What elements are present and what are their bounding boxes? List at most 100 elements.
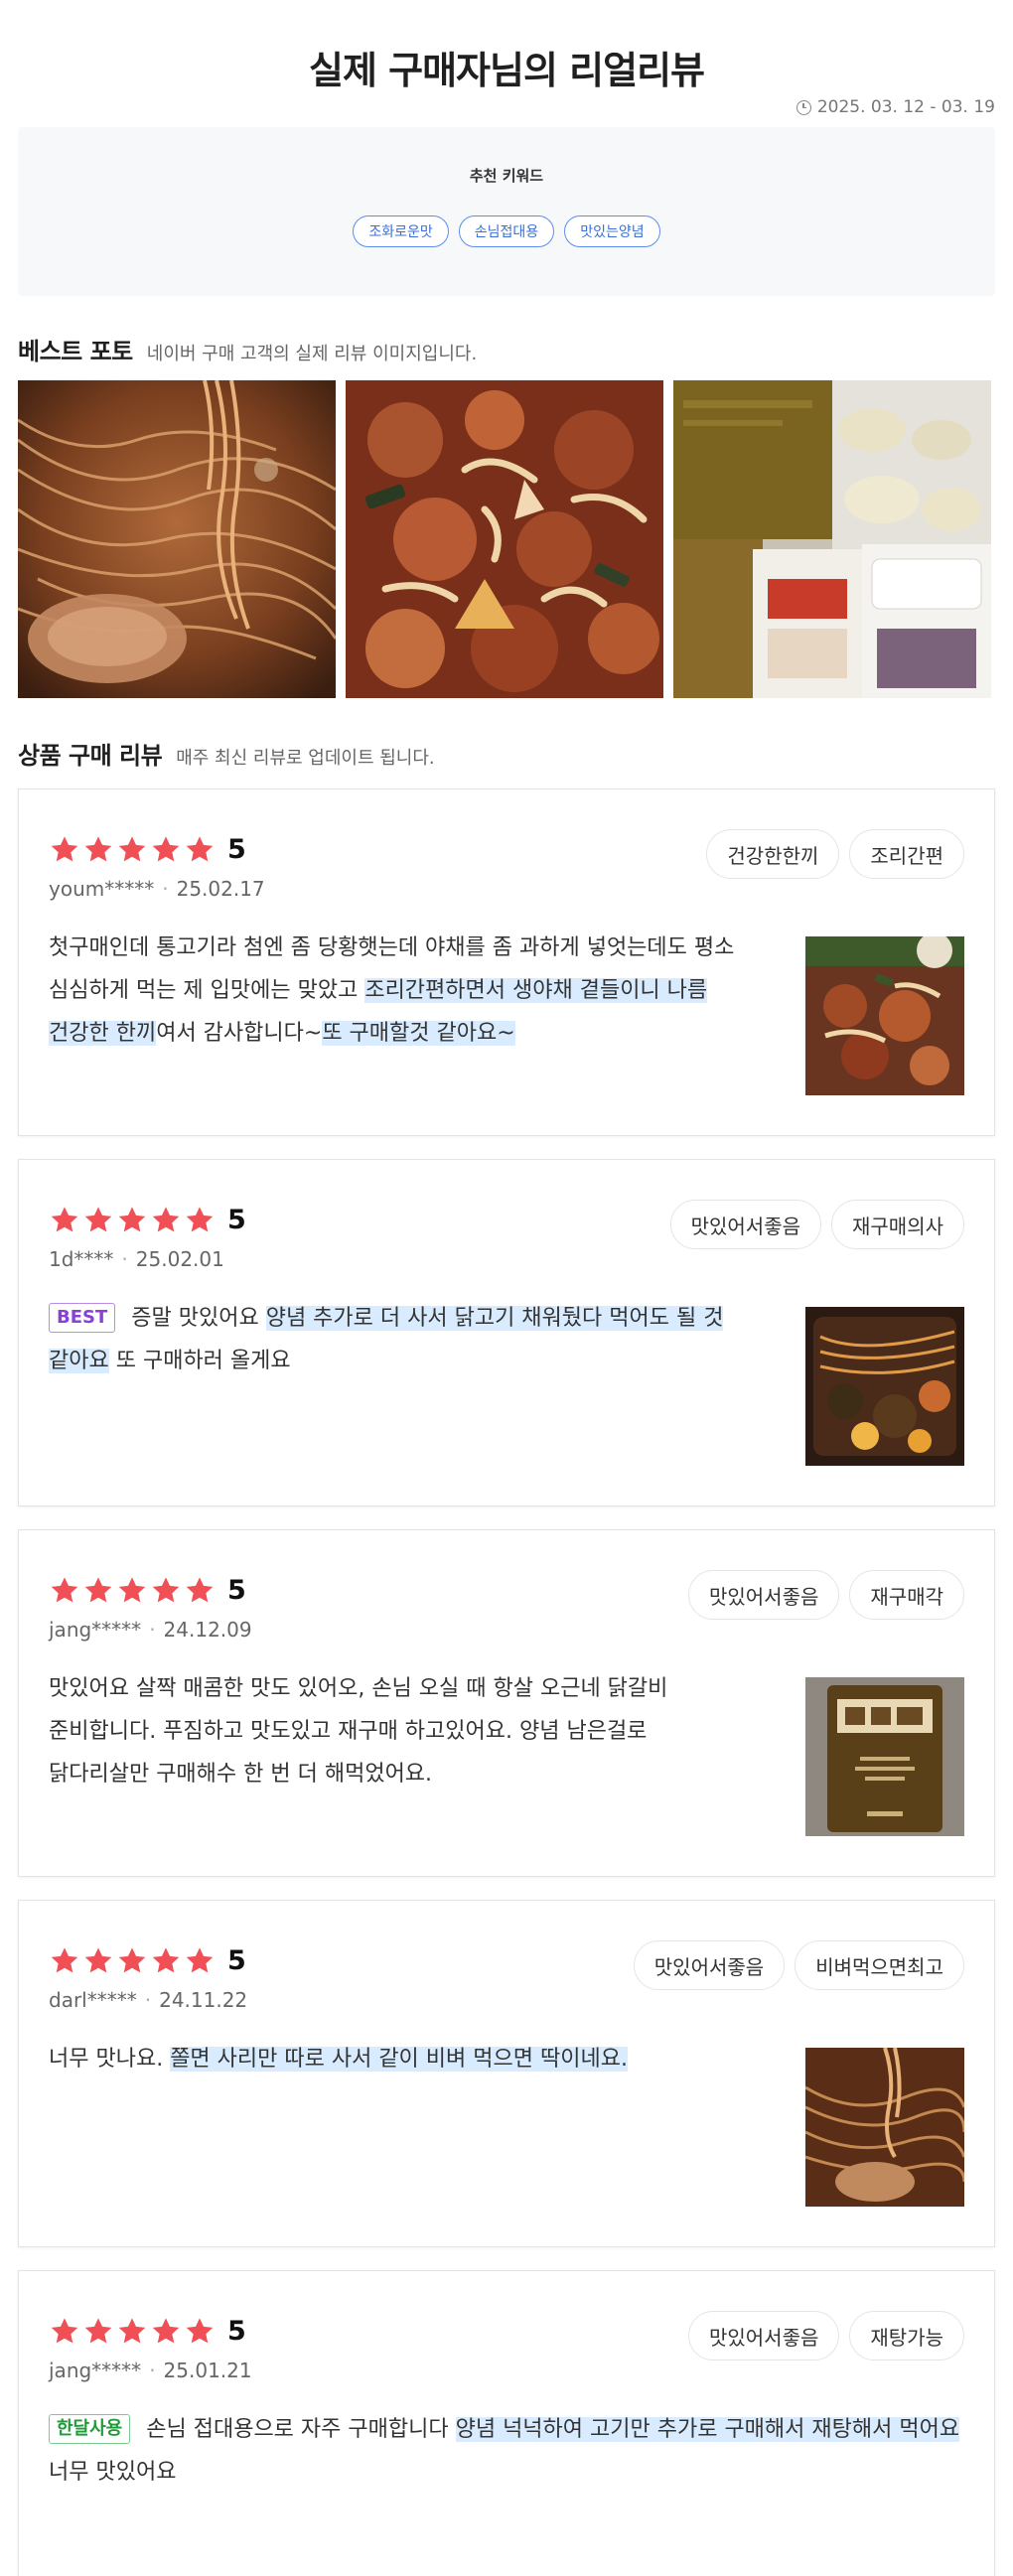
review-card: 5 jang***** · 25.01.21 맛있어서좋음 재탕가능 한달사용 손… — [18, 2270, 995, 2576]
page-title: 실제 구매자님의 리얼리뷰 — [308, 49, 705, 92]
review-meta: darl***** · 24.11.22 — [49, 1988, 964, 2012]
review-tag: 재구매의사 — [831, 1200, 964, 1249]
star-icon — [118, 1946, 146, 1972]
review-tags: 맛있어서좋음 재탕가능 — [687, 2311, 964, 2361]
star-icon — [186, 1946, 214, 1972]
date-range-text: 2025. 03. 12 - 03. 19 — [816, 97, 995, 117]
review-photo[interactable] — [805, 936, 964, 1095]
star-icon — [186, 2317, 214, 2343]
star-icon — [118, 1206, 146, 1231]
review-tag: 건강한한끼 — [706, 829, 840, 879]
meta-separator: · — [149, 1618, 156, 1642]
star-icon — [84, 1576, 112, 1602]
review-text: 맛있어요 살짝 매콤한 맛도 있어오, 손님 오실 때 항살 오근네 닭갈비 준… — [49, 1667, 754, 1795]
meta-separator: · — [121, 1247, 128, 1271]
review-text: 첫구매인데 통고기라 첨엔 좀 당황햇는데 야채를 좀 과하게 넣엇는데도 평소… — [49, 927, 754, 1055]
review-meta: youm***** · 25.02.17 — [49, 877, 964, 901]
meta-separator: · — [144, 1988, 152, 2012]
star-icon — [152, 2317, 180, 2343]
review-tags: 맛있어서좋음 비벼먹으면최고 — [633, 1940, 964, 1990]
best-photo-header: 베스트 포토 네이버 구매 고객의 실제 리뷰 이미지입니다. — [18, 332, 995, 366]
star-icon — [51, 1576, 78, 1602]
rating-value: 5 — [227, 1204, 246, 1235]
reviewer-id: jang***** — [49, 2359, 142, 2382]
review-date: 25.02.01 — [135, 1247, 224, 1271]
rating-value: 5 — [227, 1944, 246, 1976]
keyword-list: 조화로운맛 손님접대용 맛있는양념 — [353, 215, 660, 247]
review-tags: 건강한한끼 조리간편 — [706, 829, 964, 879]
best-photo-gallery — [18, 380, 995, 698]
star-icon — [51, 1946, 78, 1972]
reviewer-id: 1d**** — [49, 1247, 114, 1271]
review-text-segment: 또 구매하러 올게요 — [108, 1349, 291, 1373]
review-date: 25.01.21 — [163, 2359, 252, 2382]
review-text-highlight: 또 구매할것 같아요~ — [322, 1021, 515, 1046]
review-text: 한달사용 손님 접대용으로 자주 구매합니다 양념 넉넉하여 고기만 추가로 구매… — [49, 2408, 962, 2494]
review-text: 너무 맛나요. 쫄면 사리만 따로 사서 같이 비벼 먹으면 딱이네요. — [49, 2038, 754, 2080]
star-icon — [152, 835, 180, 861]
star-icon — [152, 1946, 180, 1972]
star-icon — [118, 1576, 146, 1602]
review-tag: 맛있어서좋음 — [687, 1570, 840, 1620]
review-meta: 1d**** · 25.02.01 — [49, 1247, 964, 1271]
review-card: 5 1d**** · 25.02.01 맛있어서좋음 재구매의사 BEST 증말 … — [18, 1159, 995, 1506]
review-tag: 비벼먹으면최고 — [795, 1940, 964, 1990]
best-photo-subtitle: 네이버 구매 고객의 실제 리뷰 이미지입니다. — [146, 344, 478, 364]
star-icon — [118, 835, 146, 861]
review-text-highlight: 쫄면 사리만 따로 사서 같이 비벼 먹으면 딱이네요. — [170, 2047, 628, 2072]
best-photo-mealkit[interactable] — [673, 380, 991, 698]
review-text-segment: 너무 맛있어요 — [49, 2460, 177, 2485]
reviews-subtitle: 매주 최신 리뷰로 업데이트 됩니다. — [176, 748, 435, 769]
reviewer-id: jang***** — [49, 1618, 142, 1642]
best-photo-dakgalbi[interactable] — [346, 380, 663, 698]
best-badge: BEST — [49, 1303, 116, 1333]
reviews-title: 상품 구매 리뷰 — [18, 742, 163, 770]
review-photo[interactable] — [805, 2048, 964, 2207]
star-icon — [186, 835, 214, 861]
review-meta: jang***** · 24.12.09 — [49, 1618, 964, 1642]
keyword-chip[interactable]: 조화로운맛 — [353, 215, 449, 247]
star-icon — [84, 2317, 112, 2343]
review-text-segment: 증말 맛있어요 — [131, 1306, 266, 1331]
date-range: 2025. 03. 12 - 03. 19 — [18, 91, 995, 123]
meta-separator: · — [149, 2359, 156, 2382]
review-text-highlight: 양념 넉넉하여 고기만 추가로 구매해서 재탕해서 먹어요 — [455, 2417, 960, 2442]
review-meta: jang***** · 25.01.21 — [49, 2359, 964, 2382]
keywords-title: 추천 키워드 — [469, 167, 544, 185]
keyword-chip[interactable]: 맛있는양념 — [564, 215, 660, 247]
star-icon — [152, 1206, 180, 1231]
review-tags: 맛있어서좋음 재구매각 — [687, 1570, 964, 1620]
review-photo[interactable] — [805, 1677, 964, 1836]
keyword-chip[interactable]: 손님접대용 — [458, 215, 555, 247]
review-page: 실제 구매자님의 리얼리뷰 2025. 03. 12 - 03. 19 추천 키… — [0, 0, 1013, 2576]
review-tags: 맛있어서좋음 재구매의사 — [669, 1200, 964, 1249]
review-tag: 맛있어서좋음 — [687, 2311, 840, 2361]
star-icon — [118, 2317, 146, 2343]
reviewer-id: darl***** — [49, 1988, 137, 2012]
review-tag: 재탕가능 — [849, 2311, 964, 2361]
review-photo[interactable] — [805, 1307, 964, 1466]
star-icon — [84, 1946, 112, 1972]
best-photo-noodles[interactable] — [18, 380, 336, 698]
review-text-segment: 손님 접대용으로 자주 구매합니다 — [146, 2417, 456, 2442]
reviews-header: 상품 구매 리뷰 매주 최신 리뷰로 업데이트 됩니다. — [18, 736, 995, 771]
clock-icon — [796, 99, 811, 115]
best-photo-title: 베스트 포토 — [18, 338, 133, 365]
star-icon — [84, 1206, 112, 1231]
recommended-keywords: 추천 키워드 조화로운맛 손님접대용 맛있는양념 — [18, 127, 995, 296]
review-card: 5 darl***** · 24.11.22 맛있어서좋음 비벼먹으면최고 너무… — [18, 1900, 995, 2247]
review-text: BEST 증말 맛있어요 양념 추가로 더 사서 닭고기 채워뒀다 먹어도 될 것… — [49, 1297, 754, 1382]
review-tag: 조리간편 — [849, 829, 964, 879]
review-date: 24.11.22 — [159, 1988, 248, 2012]
review-card: 5 jang***** · 24.12.09 맛있어서좋음 재구매각 맛있어요 … — [18, 1529, 995, 1877]
reviewer-id: youm***** — [49, 877, 155, 901]
rating-value: 5 — [227, 1574, 246, 1606]
review-tag: 맛있어서좋음 — [633, 1940, 786, 1990]
star-icon — [186, 1206, 214, 1231]
review-date: 24.12.09 — [163, 1618, 252, 1642]
star-icon — [51, 1206, 78, 1231]
review-card: 5 youm***** · 25.02.17 건강한한끼 조리간편 첫구매인데 … — [18, 788, 995, 1136]
star-icon — [84, 835, 112, 861]
review-list: 5 youm***** · 25.02.17 건강한한끼 조리간편 첫구매인데 … — [18, 788, 995, 2576]
meta-separator: · — [162, 877, 169, 901]
